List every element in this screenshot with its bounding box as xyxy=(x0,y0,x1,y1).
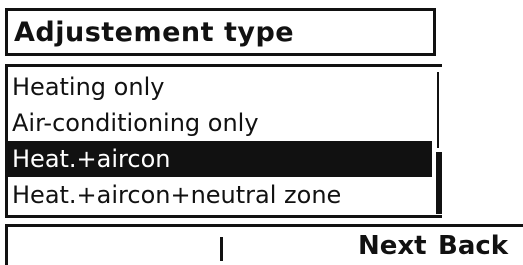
back-button[interactable]: Back xyxy=(438,229,508,263)
title-bar: Adjustement type xyxy=(5,8,436,56)
scrollbar-thumb[interactable] xyxy=(436,152,442,214)
list-item-heat-aircon-neutral-zone[interactable]: Heat.+aircon+neutral zone xyxy=(8,177,432,213)
list-item-air-conditioning-only[interactable]: Air-conditioning only xyxy=(8,105,432,141)
next-button[interactable]: Next xyxy=(358,229,427,263)
softkey-divider xyxy=(220,237,223,261)
scrollbar-track xyxy=(437,72,439,148)
screen-title: Adjustement type xyxy=(14,17,295,48)
list-item-heating-only[interactable]: Heating only xyxy=(8,69,432,105)
list-item-heat-aircon-selected[interactable]: Heat.+aircon xyxy=(8,141,432,177)
list-scrollbar[interactable] xyxy=(436,72,442,214)
options-list: Heating only Air-conditioning only Heat.… xyxy=(5,64,442,218)
softkey-bar: Next Back xyxy=(5,224,523,265)
